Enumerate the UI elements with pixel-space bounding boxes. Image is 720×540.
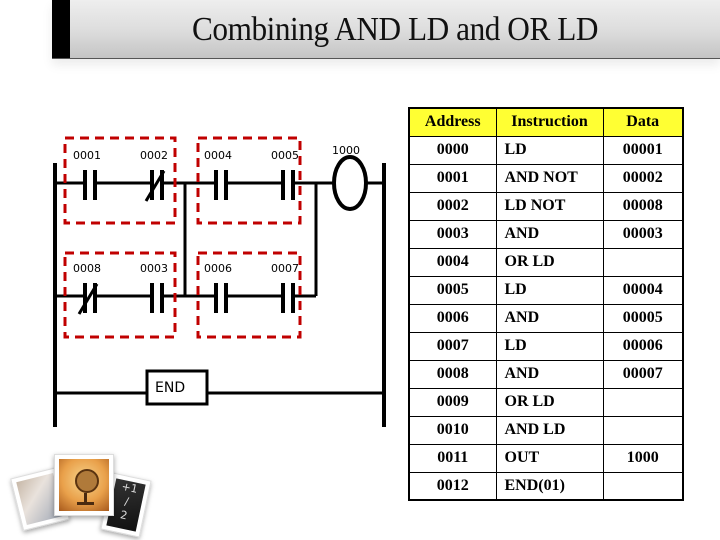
address-cell: 0008 <box>408 359 497 389</box>
instruction-table: Address Instruction Data 0000 LD 00001 0001… <box>408 107 684 501</box>
contact-address-label: 0008 <box>73 262 101 275</box>
data-cell: 00003 <box>602 219 684 249</box>
data-cell <box>602 247 684 277</box>
address-cell: 0004 <box>408 247 497 277</box>
table-row: 0001 AND NOT 00002 <box>408 163 684 193</box>
table-row: 0003 AND 00003 <box>408 219 684 249</box>
instruction-cell: OR LD <box>495 247 604 277</box>
table-row: 0006 AND 00005 <box>408 303 684 333</box>
address-cell: 0006 <box>408 303 497 333</box>
data-cell: 00006 <box>602 331 684 361</box>
coil-address-label: 1000 <box>332 144 360 157</box>
contact-address-label: 0002 <box>140 149 168 162</box>
data-cell <box>602 471 684 501</box>
address-cell: 0010 <box>408 415 497 445</box>
no-contact-0003: 0003 <box>140 262 168 313</box>
data-cell <box>602 415 684 445</box>
instruction-cell: AND NOT <box>495 163 604 193</box>
instruction-cell: LD <box>495 275 604 305</box>
table-row: 0004 OR LD <box>408 247 684 277</box>
data-cell: 1000 <box>602 443 684 473</box>
contact-address-label: 0004 <box>204 149 232 162</box>
address-cell: 0007 <box>408 331 497 361</box>
data-cell: 00008 <box>602 191 684 221</box>
instruction-cell: LD <box>495 135 604 165</box>
no-contact-0001: 0001 <box>73 149 101 200</box>
table-row: 0007 LD 00006 <box>408 331 684 361</box>
table-row: 0009 OR LD <box>408 387 684 417</box>
table-row: 0008 AND 00007 <box>408 359 684 389</box>
contact-address-label: 0005 <box>271 149 299 162</box>
data-cell: 00007 <box>602 359 684 389</box>
address-cell: 0012 <box>408 471 497 501</box>
contact-address-label: 0001 <box>73 149 101 162</box>
instruction-cell: AND LD <box>495 415 604 445</box>
instruction-cell: AND <box>495 359 604 389</box>
address-cell: 0003 <box>408 219 497 249</box>
column-header-data: Data <box>602 107 684 137</box>
instruction-cell: AND <box>495 219 604 249</box>
no-contact-0006: 0006 <box>204 262 232 313</box>
decorative-photo-stack: +1/2 <box>10 450 160 538</box>
contact-address-label: 0007 <box>271 262 299 275</box>
globe-photo <box>54 454 114 516</box>
table-row: 0012 END(01) <box>408 471 684 501</box>
no-contact-0004: 0004 <box>204 149 232 200</box>
table-row: 0011 OUT 1000 <box>408 443 684 473</box>
table-row: 0002 LD NOT 00008 <box>408 191 684 221</box>
instruction-cell: AND <box>495 303 604 333</box>
address-cell: 0005 <box>408 275 497 305</box>
data-cell: 00001 <box>602 135 684 165</box>
data-cell: 00004 <box>602 275 684 305</box>
column-header-address: Address <box>408 107 497 137</box>
instruction-cell: OR LD <box>495 387 604 417</box>
table-row: 0005 LD 00004 <box>408 275 684 305</box>
output-coil <box>332 155 368 211</box>
table-header-row: Address Instruction Data <box>408 107 684 137</box>
address-cell: 0002 <box>408 191 497 221</box>
instruction-cell: OUT <box>495 443 604 473</box>
address-cell: 0011 <box>408 443 497 473</box>
instruction-cell: LD <box>495 331 604 361</box>
data-cell: 00005 <box>602 303 684 333</box>
end-label: END <box>155 380 185 396</box>
instruction-cell: END(01) <box>495 471 604 501</box>
address-cell: 0000 <box>408 135 497 165</box>
table-row: 0010 AND LD <box>408 415 684 445</box>
address-cell: 0001 <box>408 163 497 193</box>
address-cell: 0009 <box>408 387 497 417</box>
instruction-cell: LD NOT <box>495 191 604 221</box>
nc-contact-0008: 0008 <box>73 262 101 315</box>
table-row: 0000 LD 00001 <box>408 135 684 165</box>
column-header-instruction: Instruction <box>495 107 604 137</box>
no-contact-0007: 0007 <box>271 262 299 313</box>
data-cell: 00002 <box>602 163 684 193</box>
nc-contact-0002: 0002 <box>140 149 168 202</box>
data-cell <box>602 387 684 417</box>
contact-address-label: 0006 <box>204 262 232 275</box>
contact-address-label: 0003 <box>140 262 168 275</box>
no-contact-0005: 0005 <box>271 149 299 200</box>
